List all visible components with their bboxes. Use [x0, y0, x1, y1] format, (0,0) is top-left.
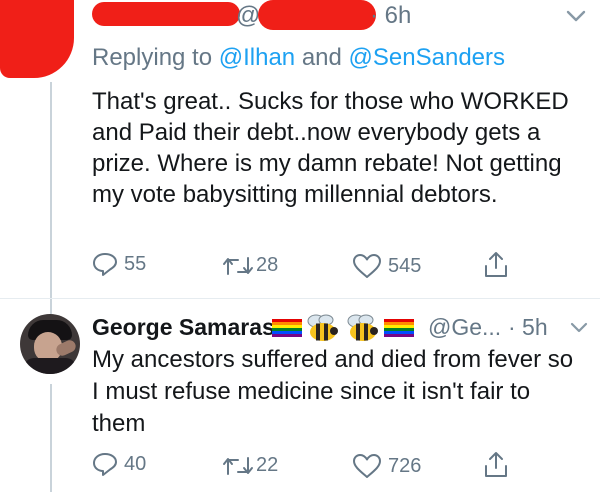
reply-icon — [93, 253, 117, 276]
thread-connector — [50, 82, 52, 314]
tweet-menu-button[interactable] — [570, 322, 588, 333]
heart-icon — [353, 454, 381, 478]
retweet-button[interactable]: 28 — [222, 254, 278, 277]
avatar[interactable] — [20, 314, 80, 374]
name-emoji — [272, 312, 414, 344]
retweet-button[interactable]: 22 — [222, 454, 278, 477]
tweet-divider — [0, 298, 600, 299]
reply-icon — [93, 453, 117, 476]
display-name[interactable]: George Samaras — [92, 314, 275, 341]
mention-sensanders[interactable]: @SenSanders — [349, 44, 505, 71]
share-button[interactable] — [484, 250, 508, 278]
tweet-handle[interactable]: @ — [236, 2, 260, 30]
tweet-text: My ancestors suffered and died from feve… — [92, 346, 574, 437]
reply-count: 40 — [124, 452, 147, 475]
share-icon — [485, 452, 507, 477]
replying-to-line: Replying to @Ilhan and @SenSanders — [92, 44, 505, 72]
chevron-down-icon — [566, 10, 586, 22]
redacted-handle — [258, 0, 376, 30]
reply-count: 55 — [124, 252, 147, 275]
share-icon — [485, 252, 507, 277]
like-button[interactable]: 545 — [352, 253, 421, 279]
replying-and: and — [301, 44, 342, 71]
share-button[interactable] — [484, 450, 508, 478]
tweet-menu-button[interactable] — [566, 10, 586, 22]
retweet-icon — [223, 256, 253, 275]
mention-ilhan[interactable]: @Ilhan — [219, 44, 295, 71]
like-count: 545 — [388, 254, 422, 277]
rainbow-flag-icon — [272, 319, 302, 337]
retweet-count: 22 — [256, 454, 279, 476]
redacted-avatar — [0, 0, 74, 78]
tweet-handle[interactable]: @Ge... — [428, 314, 501, 341]
rainbow-flag-icon — [384, 319, 414, 337]
retweet-count: 28 — [256, 254, 279, 276]
heart-icon — [353, 254, 381, 278]
tweet-text: That's great.. Sucks for those who WORKE… — [92, 88, 569, 208]
retweet-icon — [223, 456, 253, 475]
replying-to-label: Replying to — [92, 44, 213, 71]
chevron-down-icon — [570, 322, 588, 333]
like-count: 726 — [388, 454, 422, 477]
reply-button[interactable]: 55 — [92, 252, 146, 276]
tweet-timestamp[interactable]: · 6h — [370, 2, 411, 30]
tweet-timestamp[interactable]: · 5h — [508, 314, 548, 341]
like-button[interactable]: 726 — [352, 453, 421, 479]
reply-button[interactable]: 40 — [92, 452, 146, 476]
thread-connector-2 — [50, 384, 52, 492]
redacted-name — [92, 2, 240, 28]
bee-icon — [347, 314, 378, 341]
bee-icon — [307, 314, 338, 341]
